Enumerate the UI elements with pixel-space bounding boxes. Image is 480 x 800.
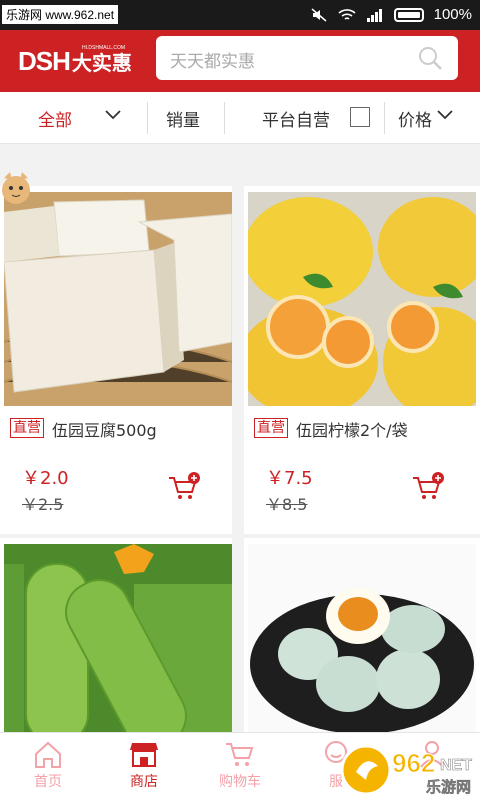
product-original-price: ￥8.5 bbox=[266, 495, 308, 514]
product-image-zucchini[interactable] bbox=[4, 544, 232, 738]
filter-bar: 全部 销量 平台自营 价格 bbox=[0, 92, 480, 144]
divider bbox=[147, 102, 148, 134]
app-logo: DSH 大实惠 HI.DSHMALL.COM bbox=[18, 44, 132, 78]
watermark: 乐游网 www.962.net bbox=[2, 5, 119, 24]
mascot-icon bbox=[0, 168, 36, 208]
product-image-eggs[interactable] bbox=[248, 544, 476, 738]
tag-direct: 直营 bbox=[10, 418, 44, 438]
logo962-number: 962 bbox=[392, 748, 435, 778]
product-image-tofu[interactable] bbox=[4, 192, 232, 406]
product-price: ￥7.5 bbox=[266, 468, 313, 489]
divider bbox=[384, 102, 385, 134]
filter-all[interactable]: 全部 bbox=[38, 106, 72, 131]
chevron-down-icon[interactable] bbox=[104, 109, 122, 121]
search-input[interactable]: 天天都实惠 bbox=[170, 47, 255, 72]
nav-store-label: 商店 bbox=[130, 774, 158, 790]
divider bbox=[224, 102, 225, 134]
cart-icon bbox=[226, 743, 254, 766]
brand-logo-962: 962 NET 乐游网 bbox=[340, 744, 472, 796]
product-card[interactable] bbox=[244, 538, 480, 738]
product-image-lemon[interactable] bbox=[248, 192, 476, 406]
logo962-net: NET bbox=[440, 757, 472, 774]
nav-cart[interactable]: 购物车 bbox=[200, 739, 280, 791]
mute-icon bbox=[311, 7, 327, 22]
nav-home[interactable]: 首页 bbox=[8, 739, 88, 791]
nav-cart-label: 购物车 bbox=[219, 774, 261, 790]
product-name[interactable]: 伍园柠檬2个/袋 bbox=[296, 417, 408, 441]
product-card[interactable] bbox=[0, 538, 232, 738]
add-to-cart-icon[interactable] bbox=[167, 472, 201, 502]
product-original-price: ￥2.5 bbox=[22, 495, 64, 514]
product-card[interactable]: 直营 伍园柠檬2个/袋 ￥7.5 ￥8.5 bbox=[244, 186, 480, 534]
nav-store[interactable]: 商店 bbox=[104, 739, 184, 791]
store-icon bbox=[130, 743, 158, 767]
logo962-cn: 乐游网 bbox=[426, 778, 471, 796]
filter-sales[interactable]: 销量 bbox=[166, 106, 200, 131]
self-operated-checkbox[interactable] bbox=[350, 107, 370, 127]
filter-self-operated[interactable]: 平台自营 bbox=[262, 106, 330, 131]
search-box[interactable]: 天天都实惠 bbox=[156, 36, 458, 80]
battery-icon bbox=[393, 7, 424, 22]
search-icon[interactable] bbox=[416, 44, 444, 72]
wifi-icon bbox=[338, 8, 356, 20]
home-icon bbox=[35, 741, 61, 768]
add-to-cart-icon[interactable] bbox=[411, 472, 445, 502]
header: DSH 大实惠 HI.DSHMALL.COM 天天都实惠 bbox=[0, 30, 480, 92]
logo-sub: HI.DSHMALL.COM bbox=[82, 45, 126, 51]
battery-percent: 100% bbox=[433, 6, 472, 23]
product-name[interactable]: 伍园豆腐500g bbox=[52, 417, 157, 441]
signal-icon bbox=[366, 8, 382, 22]
chevron-down-icon[interactable] bbox=[436, 109, 454, 121]
product-card[interactable]: 直营 伍园豆腐500g ￥2.0 ￥2.5 bbox=[0, 186, 232, 534]
tag-direct: 直营 bbox=[254, 418, 288, 438]
nav-home-label: 首页 bbox=[34, 774, 62, 790]
filter-price[interactable]: 价格 bbox=[398, 106, 432, 131]
product-price: ￥2.0 bbox=[22, 468, 69, 489]
status-bar: 乐游网 www.962.net 100% bbox=[0, 0, 480, 30]
logo-main: DSH bbox=[18, 45, 71, 76]
